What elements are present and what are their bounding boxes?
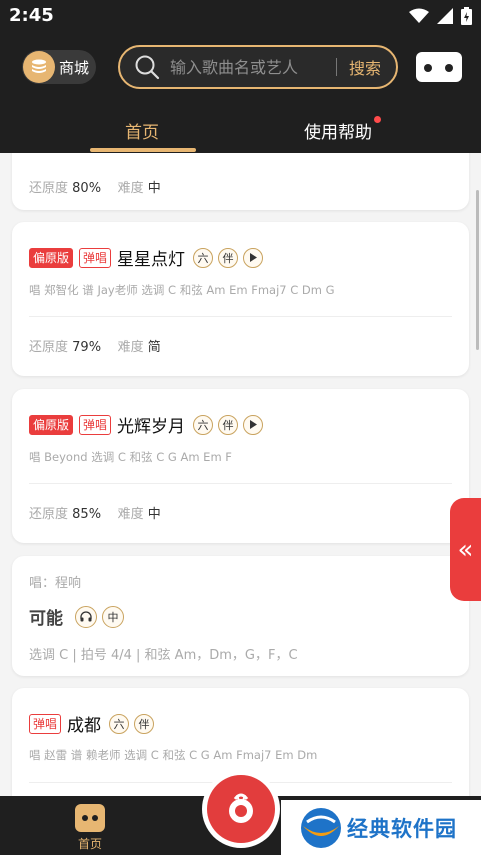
sing-tag: 弹唱 (79, 414, 112, 435)
song-title[interactable]: 可能 (29, 604, 63, 629)
tab-help-label: 使用帮助 (304, 123, 372, 143)
fidelity-value: 79% (72, 340, 102, 355)
card-title-line: 可能 中 (29, 604, 129, 629)
search-bar[interactable]: 搜索 (118, 45, 398, 89)
card-title-line: 弹唱 成都 六 伴 (29, 711, 159, 736)
card-stats: 还原度 80% 难度 中 (29, 177, 161, 196)
robot-left-eye (424, 64, 432, 72)
difficulty-value: 中 (147, 181, 161, 196)
status-time: 2:45 (9, 5, 54, 26)
difficulty-label: 难度 (117, 507, 144, 522)
guitar-logo-icon (207, 775, 275, 843)
side-expand-tab[interactable]: « (450, 498, 481, 601)
accompaniment-badge: 伴 (218, 247, 239, 268)
original-tag: 偏原版 (29, 414, 74, 435)
song-info: 唱 Beyond 选调 C 和弦 C G Am Em F (29, 450, 232, 464)
song-info: 唱 郑智化 谱 Jay老师 选调 C 和弦 Am Em Fmaj7 C Dm G (29, 283, 335, 297)
divider (29, 483, 452, 484)
coin-icon (23, 51, 55, 83)
difficulty-value: 简 (147, 340, 161, 355)
difficulty-label: 难度 (117, 340, 144, 355)
robot-icon[interactable] (416, 52, 462, 82)
song-title[interactable]: 星星点灯 (117, 245, 185, 270)
difficulty-label: 难度 (117, 181, 144, 196)
watermark: 经典软件园 (281, 800, 481, 855)
six-string-badge: 六 (193, 247, 214, 268)
accompaniment-badge: 伴 (218, 414, 239, 435)
song-list[interactable]: 还原度 80% 难度 中 偏原版 弹唱 星星点灯 六 伴 唱 郑智化 谱 Jay… (0, 153, 481, 796)
singer-line: 唱：程响 (29, 576, 82, 591)
divider (29, 316, 452, 317)
song-title[interactable]: 成都 (67, 711, 101, 736)
play-icon[interactable] (243, 247, 264, 268)
headphone-icon[interactable] (75, 605, 97, 628)
difficulty-badge: 中 (102, 605, 124, 628)
fidelity-value: 85% (72, 507, 102, 522)
watermark-text: 经典软件园 (347, 816, 457, 841)
sing-tag: 弹唱 (79, 247, 112, 268)
mall-label: 商城 (59, 58, 90, 77)
tab-help[interactable]: 使用帮助 (304, 116, 381, 143)
top-bar: 2:45 商城 搜索 首页 使用帮助 (0, 0, 481, 153)
original-tag: 偏原版 (29, 247, 74, 268)
wifi-icon (409, 8, 429, 23)
song-card[interactable]: 唱：程响 可能 中 选调 C | 拍号 4/4 | 和弦 Am，Dm，G，F，C (12, 556, 469, 676)
difficulty-value: 中 (147, 507, 161, 522)
status-bar: 2:45 (0, 0, 481, 34)
play-icon[interactable] (243, 414, 264, 435)
fidelity-label: 还原度 (29, 340, 69, 355)
song-card[interactable]: 偏原版 弹唱 光辉岁月 六 伴 唱 Beyond 选调 C 和弦 C G Am … (12, 389, 469, 543)
card-title-line: 偏原版 弹唱 光辉岁月 六 伴 (29, 412, 268, 437)
robot-right-eye (445, 64, 453, 72)
card-stats: 还原度 79% 难度 简 (29, 336, 161, 355)
six-string-badge: 六 (109, 713, 130, 734)
mall-button[interactable]: 商城 (22, 50, 96, 84)
center-action-button[interactable] (202, 770, 280, 848)
signal-icon (437, 8, 453, 24)
card-stats: 还原度 85% 难度 中 (29, 503, 161, 522)
search-divider (336, 58, 337, 76)
search-input[interactable] (170, 57, 330, 77)
song-card[interactable]: 偏原版 弹唱 星星点灯 六 伴 唱 郑智化 谱 Jay老师 选调 C 和弦 Am… (12, 222, 469, 376)
song-info: 唱 赵雷 谱 赖老师 选调 C 和弦 C G Am Fmaj7 Em Dm (29, 748, 318, 762)
fidelity-label: 还原度 (29, 507, 69, 522)
accompaniment-badge: 伴 (134, 713, 155, 734)
tab-bar: 首页 使用帮助 (0, 112, 481, 153)
watermark-logo-icon (301, 807, 341, 848)
home-icon (75, 804, 105, 832)
battery-icon (461, 7, 472, 25)
song-title[interactable]: 光辉岁月 (117, 412, 185, 437)
fidelity-value: 80% (72, 181, 102, 196)
song-info: 选调 C | 拍号 4/4 | 和弦 Am，Dm，G，F，C (29, 648, 298, 663)
tab-underline (90, 148, 196, 152)
tab-home[interactable]: 首页 (125, 118, 159, 143)
six-string-badge: 六 (193, 414, 214, 435)
fidelity-label: 还原度 (29, 181, 69, 196)
notification-dot (374, 116, 381, 123)
sing-tag: 弹唱 (29, 713, 62, 734)
status-icons (409, 7, 472, 25)
search-icon (135, 55, 160, 80)
scrollbar[interactable] (476, 190, 479, 350)
nav-home-label: 首页 (77, 837, 102, 851)
song-card[interactable]: 还原度 80% 难度 中 (12, 153, 469, 210)
card-title-line: 偏原版 弹唱 星星点灯 六 伴 (29, 245, 268, 270)
search-button[interactable]: 搜索 (349, 55, 381, 79)
nav-home[interactable]: 首页 (72, 804, 108, 852)
